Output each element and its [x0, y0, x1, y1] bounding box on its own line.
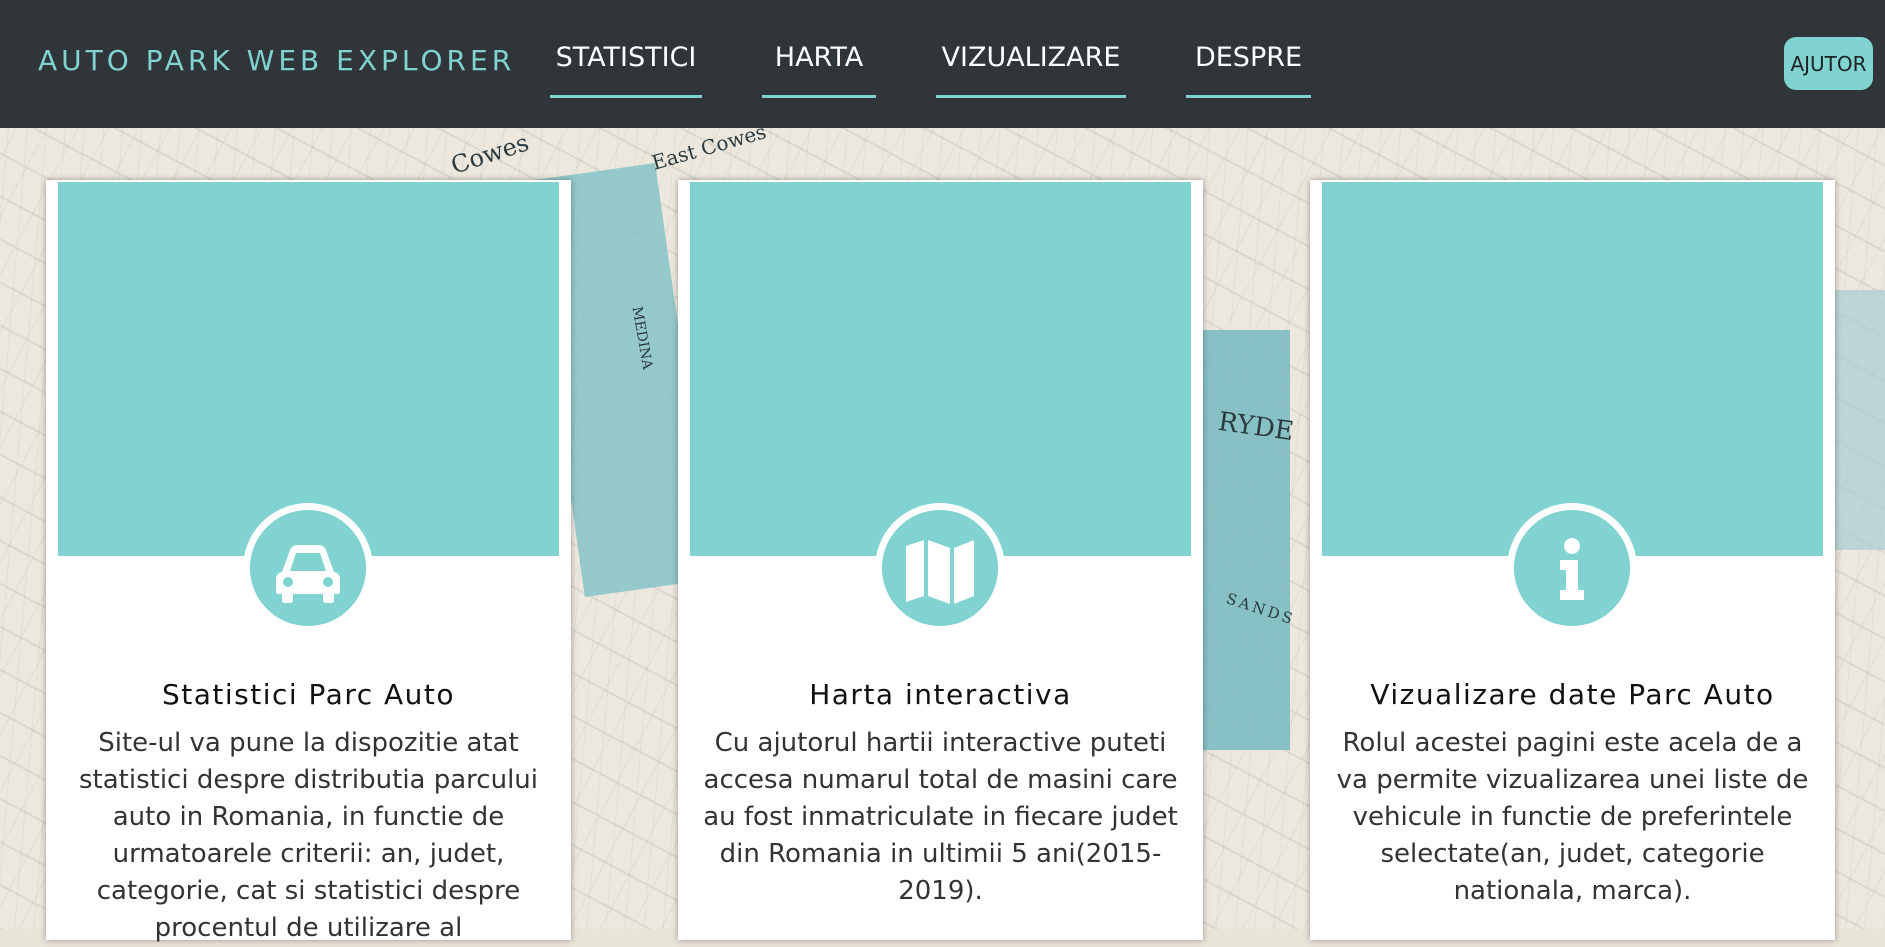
card-title: Harta interactiva	[809, 678, 1072, 711]
nav-statistici[interactable]: STATISTICI	[550, 42, 702, 98]
car-icon	[276, 545, 340, 603]
card-description: Rolul acestei pagini este acela de a va …	[1336, 728, 1809, 906]
card-description: Cu ajutorul hartii interactive puteti ac…	[703, 728, 1178, 906]
map-label: Cowes	[447, 128, 533, 180]
help-button[interactable]: AJUTOR	[1784, 37, 1873, 90]
card-title: Statistici Parc Auto	[161, 678, 456, 711]
nav-harta[interactable]: HARTA	[762, 42, 876, 98]
nav-vizualizare[interactable]: VIZUALIZARE	[936, 42, 1126, 98]
site-brand[interactable]: AUTO PARK WEB EXPLORER	[38, 44, 515, 77]
nav-despre[interactable]: DESPRE	[1186, 42, 1311, 98]
map-icon	[906, 540, 974, 604]
top-navbar: AUTO PARK WEB EXPLORER STATISTICI HARTA …	[0, 0, 1885, 128]
feature-card-statistics[interactable]: Statistici Parc Auto Site-ul va pune la …	[46, 180, 571, 943]
map-water	[1200, 330, 1290, 750]
card-icon-circle	[875, 503, 1005, 633]
card-banner	[1322, 182, 1823, 556]
feature-card-visualization[interactable]: Vizualizare date Parc Auto Rolul acestei…	[1310, 180, 1835, 940]
card-banner	[58, 182, 559, 556]
info-icon	[1560, 538, 1584, 600]
card-title: Vizualizare date Parc Auto	[1370, 678, 1775, 711]
card-icon-circle	[1507, 503, 1637, 633]
card-banner	[690, 182, 1191, 556]
feature-card-map[interactable]: Harta interactiva Cu ajutorul hartii int…	[678, 180, 1203, 940]
card-description: Site-ul va pune la dispozitie atat stati…	[79, 728, 538, 943]
map-water	[1830, 290, 1885, 550]
card-icon-circle	[243, 503, 373, 633]
